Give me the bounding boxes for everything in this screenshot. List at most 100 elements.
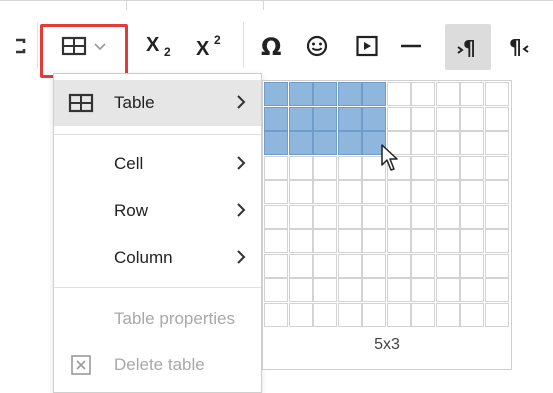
grid-cell[interactable] xyxy=(435,278,460,302)
grid-cell[interactable] xyxy=(460,155,484,180)
grid-cell[interactable] xyxy=(460,180,484,204)
grid-cell[interactable] xyxy=(435,229,460,253)
grid-cell[interactable] xyxy=(264,106,288,131)
grid-cell[interactable] xyxy=(264,131,288,155)
grid-cell[interactable] xyxy=(337,204,362,229)
grid-cell[interactable] xyxy=(386,302,411,327)
grid-cell[interactable] xyxy=(362,253,386,278)
superscript-button[interactable]: X 2 xyxy=(190,28,230,64)
grid-cell[interactable] xyxy=(386,180,411,204)
grid-cell[interactable] xyxy=(484,155,509,180)
grid-cell[interactable] xyxy=(484,229,509,253)
grid-cell[interactable] xyxy=(435,302,460,327)
menu-item-table-properties[interactable]: Table properties xyxy=(54,296,261,342)
emoji-button[interactable] xyxy=(300,28,334,64)
fullscreen-button[interactable] xyxy=(10,28,32,64)
grid-cell[interactable] xyxy=(460,204,484,229)
grid-cell[interactable] xyxy=(337,253,362,278)
grid-cell[interactable] xyxy=(411,180,435,204)
grid-cell[interactable] xyxy=(386,106,411,131)
horizontal-line-button[interactable] xyxy=(394,28,428,64)
rtl-button[interactable]: ¶ xyxy=(500,28,540,64)
grid-cell[interactable] xyxy=(313,278,337,302)
grid-cell[interactable] xyxy=(313,106,337,131)
grid-cell[interactable] xyxy=(288,82,313,106)
grid-cell[interactable] xyxy=(288,180,313,204)
grid-cell[interactable] xyxy=(362,82,386,106)
grid-cell[interactable] xyxy=(484,131,509,155)
grid-cell[interactable] xyxy=(337,302,362,327)
menu-item-delete-table[interactable]: Delete table xyxy=(54,342,261,388)
grid-cell[interactable] xyxy=(484,278,509,302)
grid-cell[interactable] xyxy=(362,106,386,131)
grid-cell[interactable] xyxy=(435,131,460,155)
grid-cell[interactable] xyxy=(362,204,386,229)
grid-cell[interactable] xyxy=(288,302,313,327)
menu-item-column[interactable]: Column xyxy=(54,235,261,281)
grid-cell[interactable] xyxy=(288,131,313,155)
grid-cell[interactable] xyxy=(435,106,460,131)
grid-cell[interactable] xyxy=(386,229,411,253)
grid-cell[interactable] xyxy=(337,229,362,253)
grid-cell[interactable] xyxy=(337,180,362,204)
grid-cell[interactable] xyxy=(264,82,288,106)
grid-cell[interactable] xyxy=(386,278,411,302)
grid-cell[interactable] xyxy=(288,278,313,302)
grid-cell[interactable] xyxy=(288,155,313,180)
grid-cell[interactable] xyxy=(484,106,509,131)
grid-cell[interactable] xyxy=(484,204,509,229)
grid-cell[interactable] xyxy=(411,302,435,327)
grid-cell[interactable] xyxy=(337,155,362,180)
grid-cell[interactable] xyxy=(264,204,288,229)
menu-item-row[interactable]: Row xyxy=(54,188,261,234)
grid-cell[interactable] xyxy=(313,82,337,106)
grid-cell[interactable] xyxy=(264,155,288,180)
grid-cell[interactable] xyxy=(362,229,386,253)
grid-cell[interactable] xyxy=(337,131,362,155)
grid-cell[interactable] xyxy=(337,106,362,131)
grid-cell[interactable] xyxy=(411,278,435,302)
grid-cell[interactable] xyxy=(337,278,362,302)
grid-cell[interactable] xyxy=(460,106,484,131)
grid-cell[interactable] xyxy=(435,180,460,204)
grid-cell[interactable] xyxy=(288,229,313,253)
grid-cell[interactable] xyxy=(484,82,509,106)
grid-cell[interactable] xyxy=(460,278,484,302)
grid-cell[interactable] xyxy=(484,253,509,278)
grid-cell[interactable] xyxy=(411,155,435,180)
grid-cell[interactable] xyxy=(460,82,484,106)
grid-cell[interactable] xyxy=(435,204,460,229)
grid-cell[interactable] xyxy=(264,302,288,327)
grid-cell[interactable] xyxy=(386,253,411,278)
grid-cell[interactable] xyxy=(460,253,484,278)
grid-cell[interactable] xyxy=(313,204,337,229)
grid-cell[interactable] xyxy=(264,180,288,204)
grid-cell[interactable] xyxy=(435,82,460,106)
grid-cell[interactable] xyxy=(411,131,435,155)
grid-cell[interactable] xyxy=(435,155,460,180)
grid-cell[interactable] xyxy=(264,229,288,253)
grid-cell[interactable] xyxy=(362,302,386,327)
special-character-button[interactable]: Ω xyxy=(255,28,289,64)
grid-cell[interactable] xyxy=(484,180,509,204)
grid-cell[interactable] xyxy=(484,302,509,327)
grid-cell[interactable] xyxy=(411,253,435,278)
grid-cell[interactable] xyxy=(288,106,313,131)
grid-cell[interactable] xyxy=(460,131,484,155)
grid-cell[interactable] xyxy=(313,180,337,204)
grid-cell[interactable] xyxy=(411,229,435,253)
grid-cell[interactable] xyxy=(362,278,386,302)
grid-cell[interactable] xyxy=(460,302,484,327)
grid-cell[interactable] xyxy=(313,302,337,327)
grid-cell[interactable] xyxy=(288,253,313,278)
grid-cell[interactable] xyxy=(460,229,484,253)
menu-item-table[interactable]: Table xyxy=(54,80,261,126)
media-button[interactable] xyxy=(350,28,384,64)
grid-cell[interactable] xyxy=(313,253,337,278)
grid-cell[interactable] xyxy=(411,106,435,131)
grid-cell[interactable] xyxy=(386,204,411,229)
grid-cell[interactable] xyxy=(435,253,460,278)
grid-cell[interactable] xyxy=(337,82,362,106)
grid-cell[interactable] xyxy=(411,204,435,229)
grid-cell[interactable] xyxy=(264,278,288,302)
